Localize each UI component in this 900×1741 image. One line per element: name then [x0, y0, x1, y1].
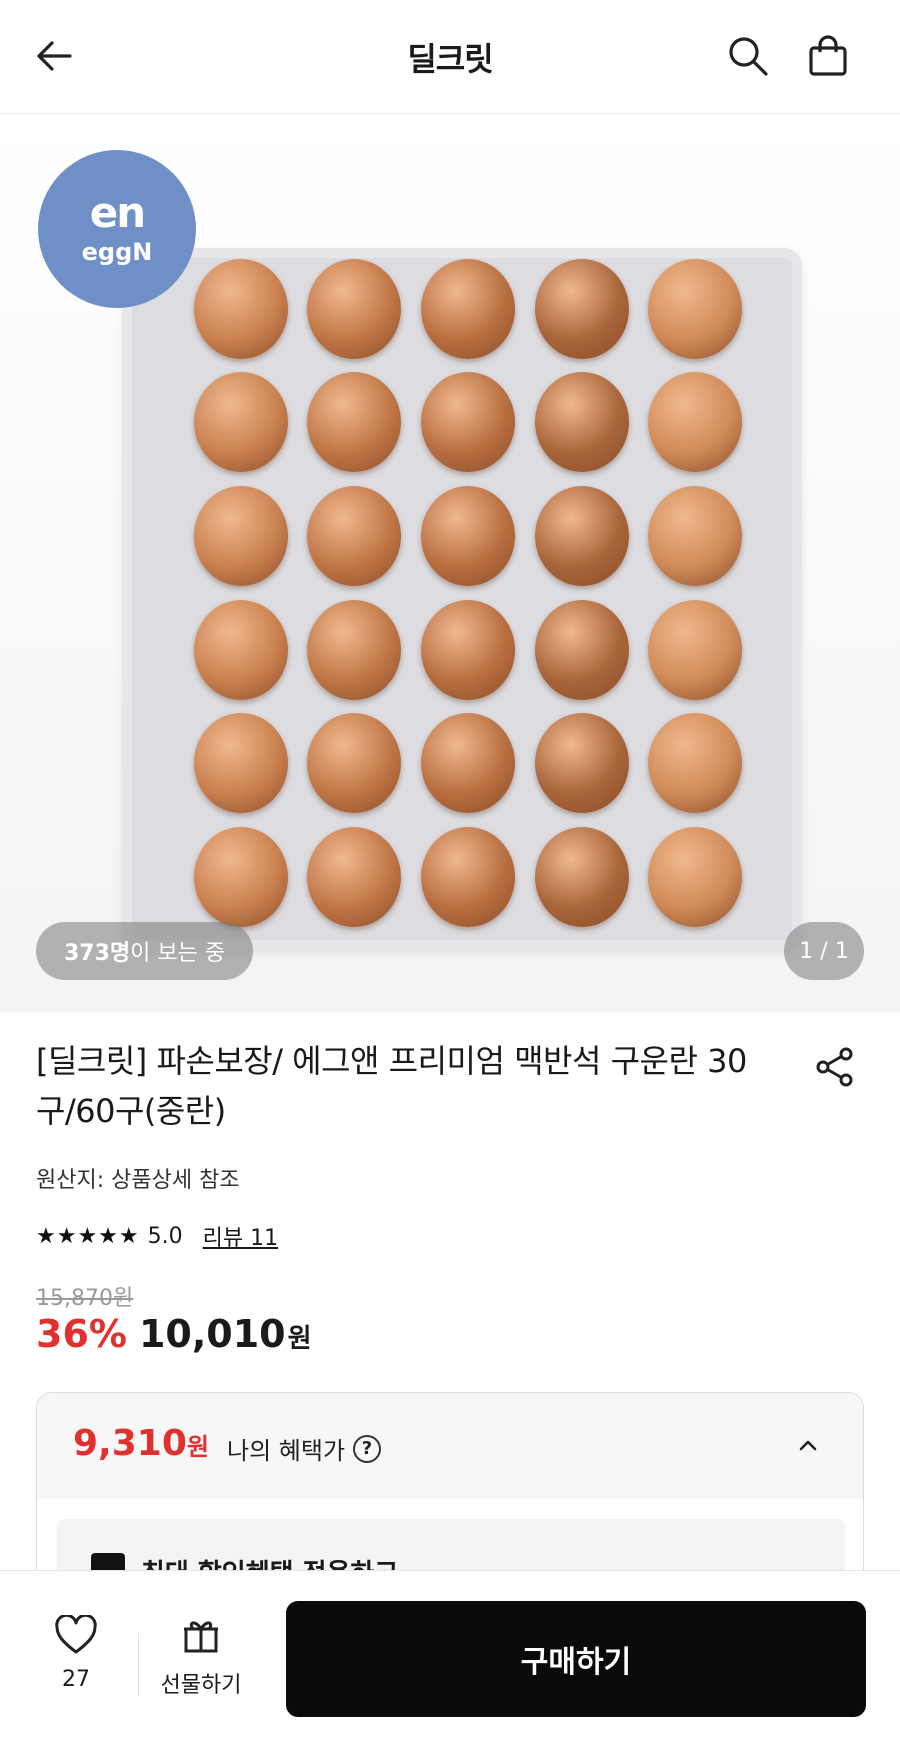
search-icon	[729, 37, 768, 76]
egg	[307, 713, 402, 814]
egg	[307, 258, 402, 359]
bottom-action-bar: 27 선물하기 구매하기	[0, 1570, 900, 1741]
egg	[193, 486, 288, 587]
image-pager: 1 / 1	[784, 922, 864, 980]
heart-icon	[55, 1615, 97, 1654]
benefit-price-unit: 원	[186, 1433, 209, 1461]
search-button[interactable]	[720, 28, 776, 84]
egg	[307, 827, 402, 928]
gift-icon	[184, 1621, 218, 1653]
benefit-panel: 9,310원 나의 혜택가 ? 최대 할인혜택 적용하고	[36, 1392, 864, 1592]
benefit-header[interactable]: 9,310원 나의 혜택가 ?	[37, 1393, 863, 1499]
viewers-suffix: 이 보는 중	[130, 941, 226, 966]
egg	[648, 258, 743, 359]
top-header: 딜크릿	[0, 0, 900, 114]
share-icon	[816, 1047, 853, 1087]
egg	[648, 827, 743, 928]
benefit-price-value: 9,310	[73, 1423, 187, 1464]
brand-name: eggN	[81, 238, 153, 266]
egg	[420, 713, 515, 814]
egg	[534, 258, 629, 359]
egg	[420, 486, 515, 587]
gift-label: 선물하기	[160, 1673, 242, 1698]
divider	[138, 1633, 139, 1697]
egg	[193, 713, 288, 814]
collapse-toggle[interactable]	[793, 1431, 823, 1461]
like-button[interactable]: 27	[40, 1615, 112, 1692]
question-circle-icon[interactable]: ?	[353, 1434, 382, 1463]
gift-button[interactable]: 선물하기	[156, 1615, 246, 1699]
egg	[193, 372, 288, 473]
egg	[420, 372, 515, 473]
egg	[307, 599, 402, 700]
origin-info: 원산지: 상품상세 참조	[36, 1168, 240, 1193]
sale-price-unit: 원	[287, 1324, 312, 1354]
viewers-badge: 373명 이 보는 중	[36, 922, 254, 980]
viewers-count: 373명	[64, 941, 131, 966]
shopping-bag-icon	[809, 35, 847, 76]
egg	[193, 599, 288, 700]
egg	[307, 372, 402, 473]
like-count: 27	[62, 1667, 90, 1692]
buy-button[interactable]: 구매하기	[286, 1601, 866, 1717]
egg	[534, 713, 629, 814]
egg	[307, 486, 402, 587]
egg	[648, 713, 743, 814]
egg	[534, 486, 629, 587]
egg	[420, 599, 515, 700]
egg	[193, 827, 288, 928]
discount-rate: 36%	[36, 1312, 127, 1356]
egg	[534, 372, 629, 473]
price-row: 36% 10,010 원	[36, 1312, 312, 1356]
egg	[420, 827, 515, 928]
star-rating-icon: ★★★★★	[36, 1223, 140, 1249]
egg	[648, 372, 743, 473]
share-button[interactable]	[810, 1042, 860, 1092]
product-title: [딜크릿] 파손보장/ 에그앤 프리미엄 맥반석 구운란 30구/60구(중란)	[36, 1042, 747, 1130]
egg	[534, 827, 629, 928]
egg	[193, 258, 288, 359]
sale-price: 10,010	[138, 1312, 286, 1356]
chevron-up-icon	[799, 1440, 817, 1451]
egg	[534, 599, 629, 700]
rating-value: 5.0	[147, 1223, 183, 1249]
product-image-carousel[interactable]: en eggN 373명 이 보는 중 1 / 1	[0, 114, 900, 1012]
original-price: 15,870원	[36, 1286, 134, 1311]
review-link[interactable]: 리뷰 11	[203, 1220, 278, 1252]
benefit-label: 나의 혜택가 ?	[227, 1431, 382, 1466]
egg	[420, 258, 515, 359]
egg-grid	[188, 256, 748, 930]
benefit-price: 9,310원	[73, 1423, 209, 1464]
brand-logo: en eggN	[38, 150, 196, 308]
cart-button[interactable]	[800, 28, 856, 84]
egg	[648, 599, 743, 700]
rating-row: ★★★★★ 5.0 리뷰 11	[36, 1218, 278, 1254]
egg	[648, 486, 743, 587]
benefit-label-text: 나의 혜택가	[227, 1437, 346, 1465]
brand-mark: en	[89, 188, 146, 237]
